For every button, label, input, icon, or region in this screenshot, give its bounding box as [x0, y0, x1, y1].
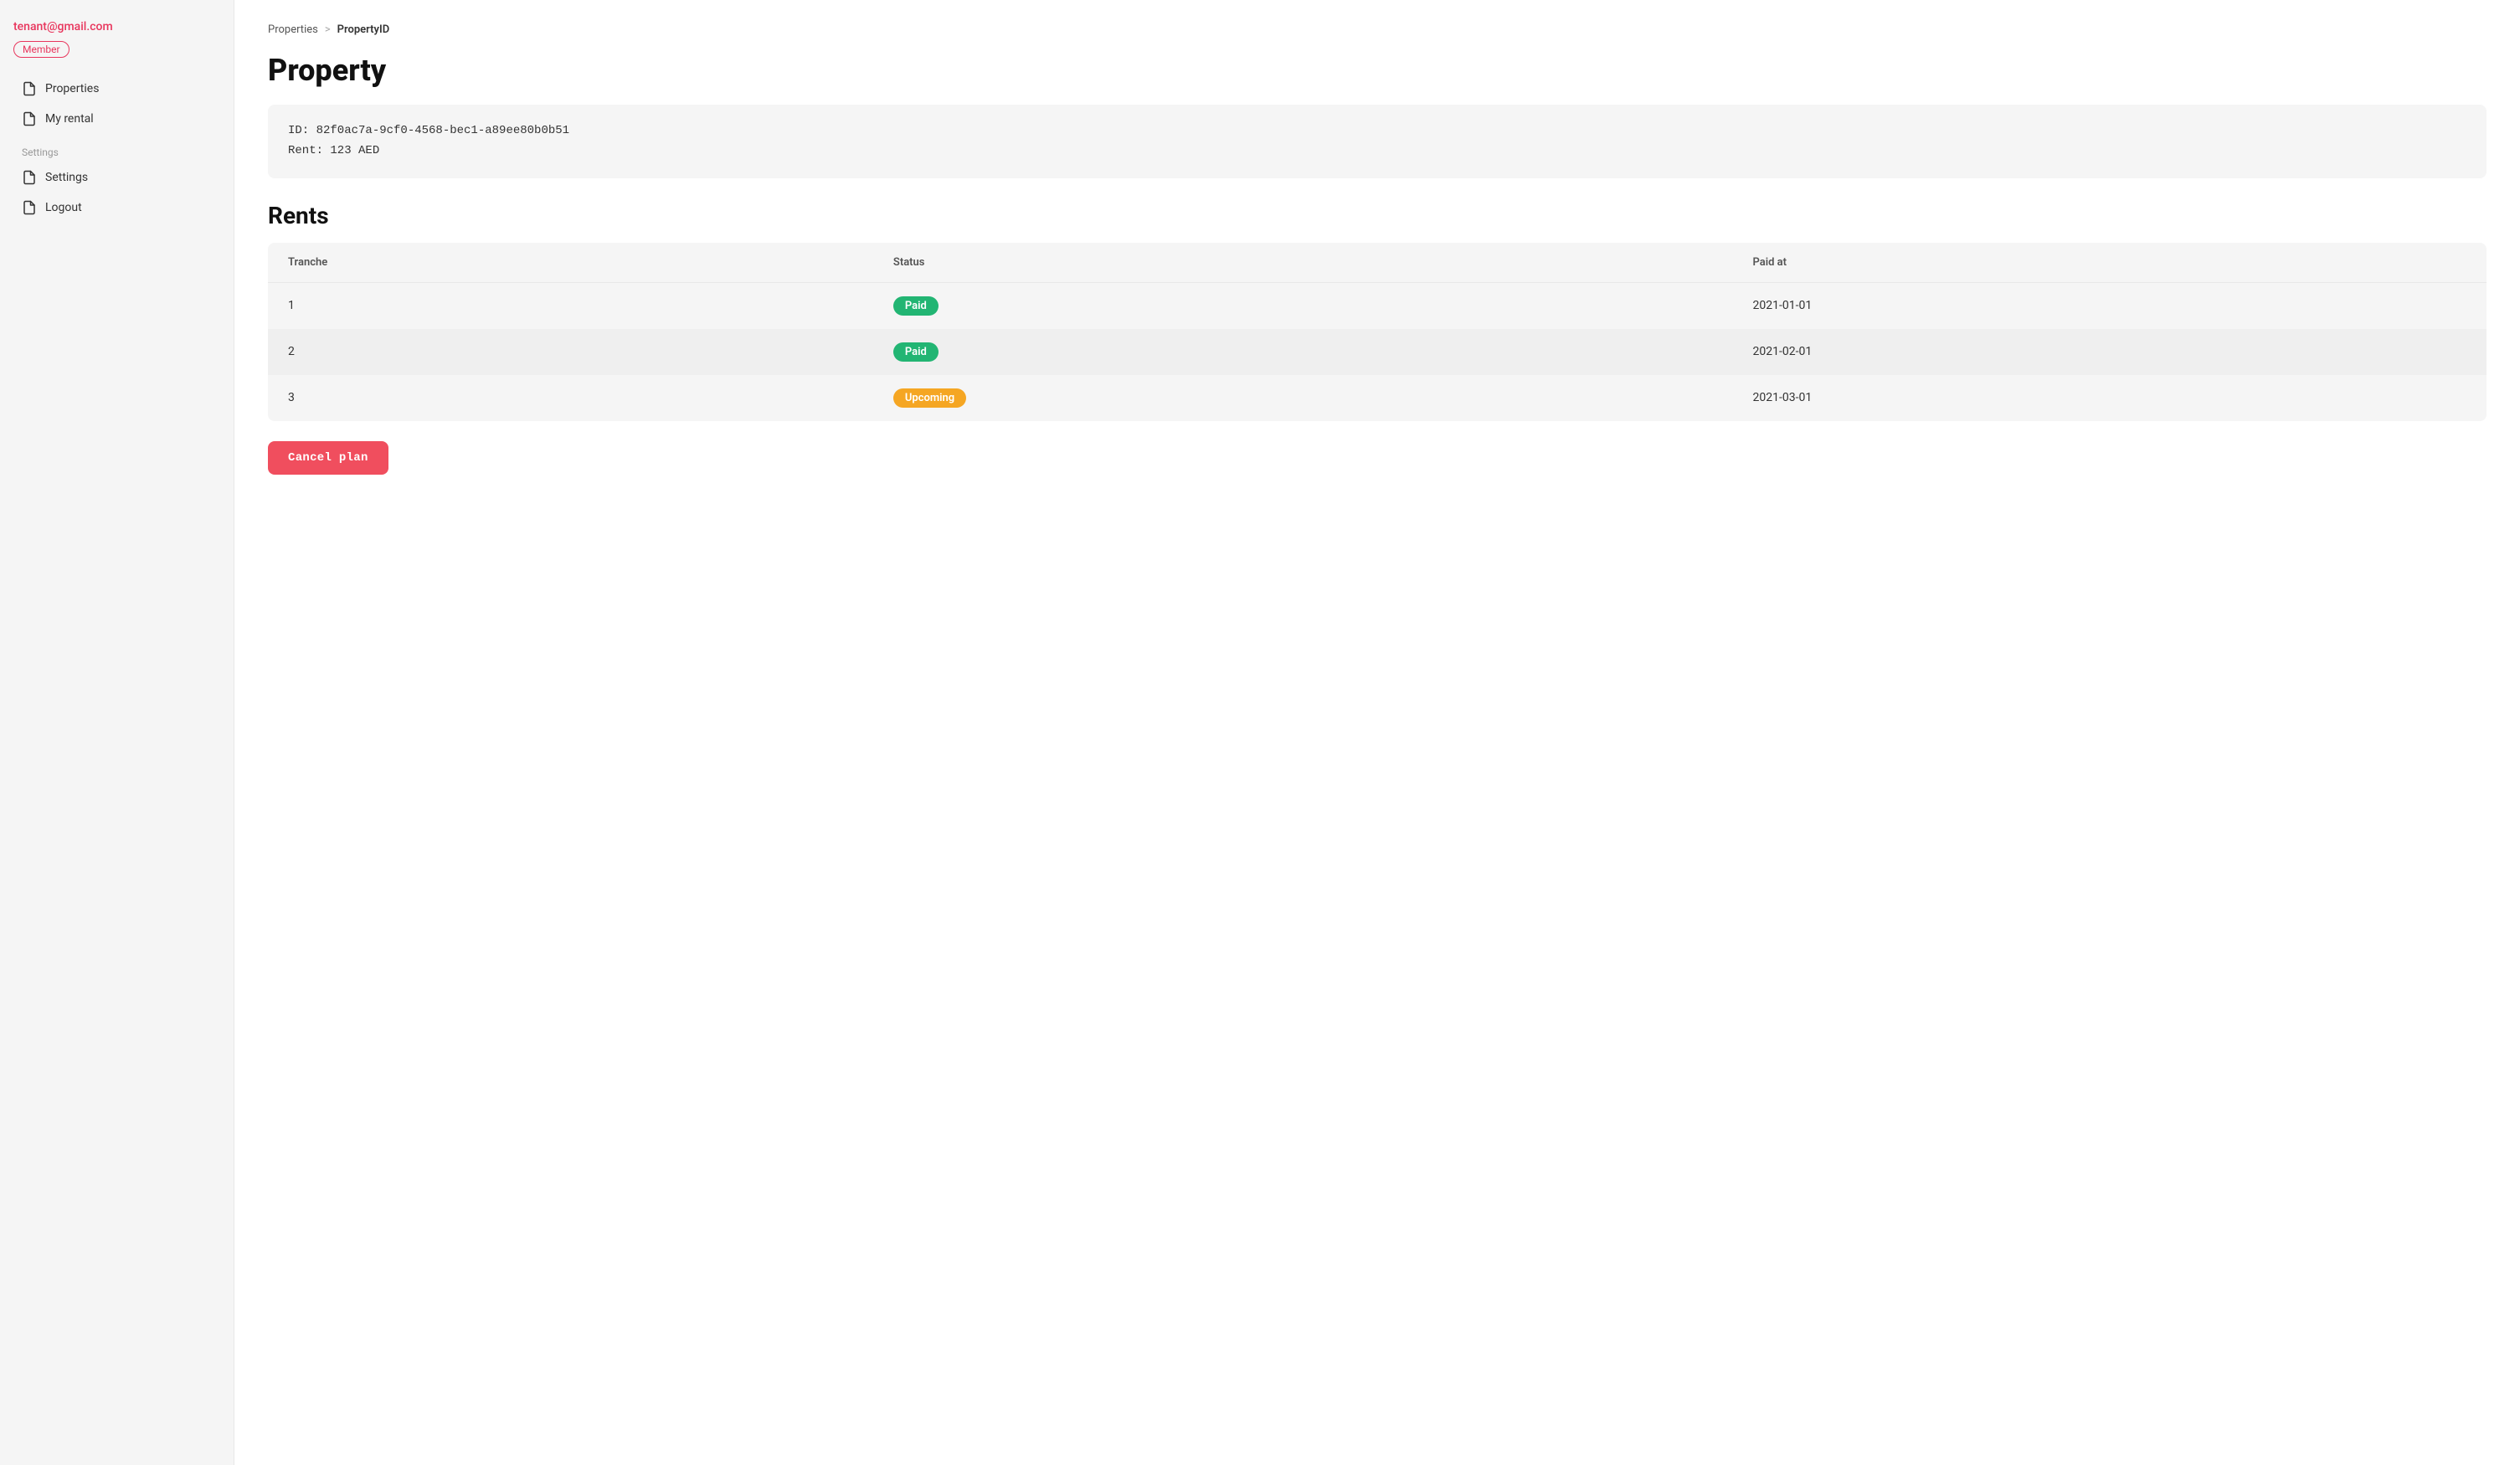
property-id: ID: 82f0ac7a-9cf0-4568-bec1-a89ee80b0b51: [288, 121, 2466, 141]
table-header-row: Tranche Status Paid at: [268, 243, 2487, 283]
col-header-status: Status: [873, 243, 1733, 283]
rents-table: Tranche Status Paid at 1Paid2021-01-012P…: [268, 243, 2487, 421]
main-content: Properties > PropertyID Property ID: 82f…: [234, 0, 2520, 1465]
property-info-card: ID: 82f0ac7a-9cf0-4568-bec1-a89ee80b0b51…: [268, 105, 2487, 178]
sidebar-item-label-settings: Settings: [45, 171, 88, 184]
sidebar-settings-label: Settings: [22, 146, 212, 158]
cell-status: Upcoming: [873, 375, 1733, 421]
table-row: 2 Paid 2021-02-01: [268, 329, 2487, 375]
status-badge: Upcoming: [893, 388, 966, 408]
breadcrumb-current: PropertyID: [337, 23, 390, 36]
document-icon-settings: [22, 170, 37, 185]
cancel-plan-button[interactable]: Cancel plan: [268, 441, 388, 475]
sidebar-member-badge: Member: [13, 41, 69, 58]
sidebar-item-properties[interactable]: Properties: [13, 75, 220, 103]
sidebar-item-my-rental[interactable]: My rental: [13, 105, 220, 133]
sidebar-item-label-logout: Logout: [45, 201, 82, 214]
cell-paid-at: 2021-01-01: [1733, 282, 2487, 329]
status-badge: Paid: [893, 342, 939, 362]
cell-tranche: 1: [268, 282, 873, 329]
sidebar-item-label-my-rental: My rental: [45, 112, 94, 126]
cell-tranche: 2: [268, 329, 873, 375]
breadcrumb-parent[interactable]: Properties: [268, 23, 318, 36]
breadcrumb: Properties > PropertyID: [268, 23, 2487, 36]
document-icon: [22, 81, 37, 96]
breadcrumb-separator: >: [325, 23, 331, 36]
sidebar: tenant@gmail.com Member Properties My re…: [0, 0, 234, 1465]
document-icon-rental: [22, 111, 37, 126]
sidebar-item-logout[interactable]: Logout: [13, 193, 220, 222]
col-header-paid-at: Paid at: [1733, 243, 2487, 283]
cell-paid-at: 2021-02-01: [1733, 329, 2487, 375]
table-row: 1 Paid 2021-01-01: [268, 282, 2487, 329]
property-rent: Rent: 123 AED: [288, 141, 2466, 162]
cell-tranche: 3: [268, 375, 873, 421]
cell-status: Paid: [873, 329, 1733, 375]
sidebar-nav: Properties My rental Settings Settings L…: [13, 75, 220, 222]
status-badge: Paid: [893, 296, 939, 316]
document-icon-logout: [22, 200, 37, 215]
sidebar-item-label-properties: Properties: [45, 82, 99, 95]
page-title: Property: [268, 53, 2487, 88]
col-header-tranche: Tranche: [268, 243, 873, 283]
table-row: 3 Upcoming 2021-03-01: [268, 375, 2487, 421]
rents-section-title: Rents: [268, 202, 2487, 229]
cell-status: Paid: [873, 282, 1733, 329]
sidebar-email: tenant@gmail.com: [13, 20, 220, 33]
rents-table-wrapper: Tranche Status Paid at 1Paid2021-01-012P…: [268, 243, 2487, 421]
sidebar-item-settings[interactable]: Settings: [13, 163, 220, 192]
cell-paid-at: 2021-03-01: [1733, 375, 2487, 421]
